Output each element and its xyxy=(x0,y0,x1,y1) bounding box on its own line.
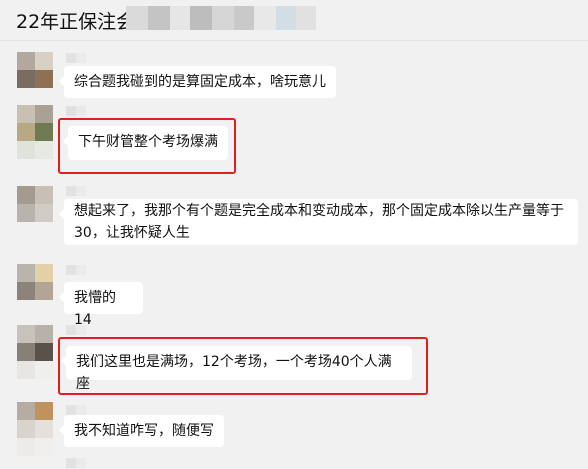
message-text: 想起来了，我那个有个题是完全成本和变动成本，那个固定成本除以生产量等于30，让我… xyxy=(74,203,564,241)
avatar[interactable] xyxy=(17,52,53,88)
message-text: 我不知道咋写，随便写 xyxy=(74,423,214,439)
chat-header: 22年正保注会 xyxy=(0,0,588,40)
sender-name-mosaic xyxy=(66,186,86,196)
sender-name-mosaic xyxy=(66,106,86,116)
message-bubble[interactable]: 我不知道咋写，随便写 xyxy=(59,415,224,447)
avatar[interactable] xyxy=(17,105,53,159)
sender-name-mosaic xyxy=(66,325,86,335)
highlight-box xyxy=(58,337,428,395)
message-text: 我懵的14 xyxy=(74,290,116,328)
sender-name-mosaic xyxy=(66,458,86,468)
header-divider xyxy=(0,40,588,41)
sender-name-mosaic xyxy=(66,265,86,275)
message-bubble[interactable]: 想起来了，我那个有个题是完全成本和变动成本，那个固定成本除以生产量等于30，让我… xyxy=(59,199,578,245)
avatar[interactable] xyxy=(17,402,53,456)
title-mosaic xyxy=(126,6,316,30)
avatar[interactable] xyxy=(17,186,53,222)
avatar[interactable] xyxy=(17,264,53,300)
avatar[interactable] xyxy=(17,325,53,379)
chat-title: 22年正保注会 xyxy=(16,11,136,33)
sender-name-mosaic xyxy=(66,405,86,415)
message-bubble[interactable]: 我懵的14 xyxy=(59,282,143,328)
message-text: 综合题我碰到的是算固定成本，啥玩意儿 xyxy=(74,74,326,90)
message-bubble[interactable]: 综合题我碰到的是算固定成本，啥玩意儿 xyxy=(59,66,336,98)
sender-name-mosaic xyxy=(66,53,86,63)
highlight-box xyxy=(58,118,236,174)
